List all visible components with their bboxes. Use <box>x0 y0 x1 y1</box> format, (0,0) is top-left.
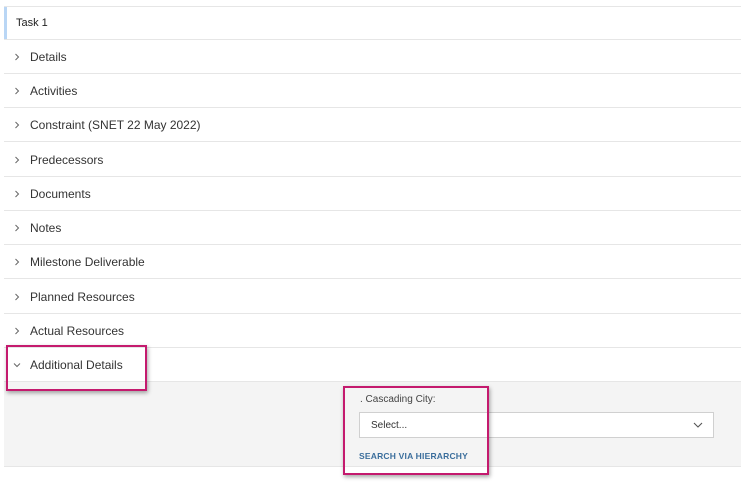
chevron-right-icon <box>4 87 30 95</box>
search-via-hierarchy-link[interactable]: SEARCH VIA HIERARCHY <box>359 451 468 461</box>
section-label: Details <box>30 49 67 64</box>
section-notes[interactable]: Notes <box>4 211 741 245</box>
cascading-city-select[interactable]: Select... <box>359 412 714 438</box>
section-constraint[interactable]: Constraint (SNET 22 May 2022) <box>4 108 741 142</box>
section-details[interactable]: Details <box>4 40 741 74</box>
cascading-city-label: . Cascading City: <box>360 394 436 405</box>
section-label: Activities <box>30 83 78 98</box>
select-value: Select... <box>371 419 408 431</box>
section-label: Additional Details <box>30 357 123 372</box>
section-additional-details[interactable]: Additional Details <box>4 348 741 382</box>
task-detail-page: Task 1 Details Activities Constraint (SN… <box>0 0 741 486</box>
section-actual-resources[interactable]: Actual Resources <box>4 314 741 348</box>
section-planned-resources[interactable]: Planned Resources <box>4 280 741 314</box>
section-label: Milestone Deliverable <box>30 254 145 269</box>
section-label: Constraint (SNET 22 May 2022) <box>30 117 201 132</box>
chevron-right-icon <box>4 258 30 266</box>
chevron-down-icon <box>4 361 30 369</box>
section-label: Notes <box>30 220 62 235</box>
section-label: Planned Resources <box>30 289 135 304</box>
chevron-right-icon <box>4 293 30 301</box>
section-documents[interactable]: Documents <box>4 177 741 211</box>
section-milestone-deliverable[interactable]: Milestone Deliverable <box>4 245 741 279</box>
chevron-right-icon <box>4 121 30 129</box>
chevron-right-icon <box>4 156 30 164</box>
section-label: Predecessors <box>30 152 104 167</box>
section-label: Documents <box>30 186 91 201</box>
chevron-right-icon <box>4 327 30 335</box>
chevron-down-icon <box>693 421 703 429</box>
task-title: Task 1 <box>16 17 48 29</box>
additional-details-panel: . Cascading City: Select... SEARCH VIA H… <box>4 382 741 467</box>
chevron-right-icon <box>4 224 30 232</box>
section-activities[interactable]: Activities <box>4 74 741 108</box>
chevron-right-icon <box>4 190 30 198</box>
task-header: Task 1 <box>4 6 741 40</box>
section-predecessors[interactable]: Predecessors <box>4 143 741 177</box>
chevron-right-icon <box>4 53 30 61</box>
section-label: Actual Resources <box>30 323 125 338</box>
